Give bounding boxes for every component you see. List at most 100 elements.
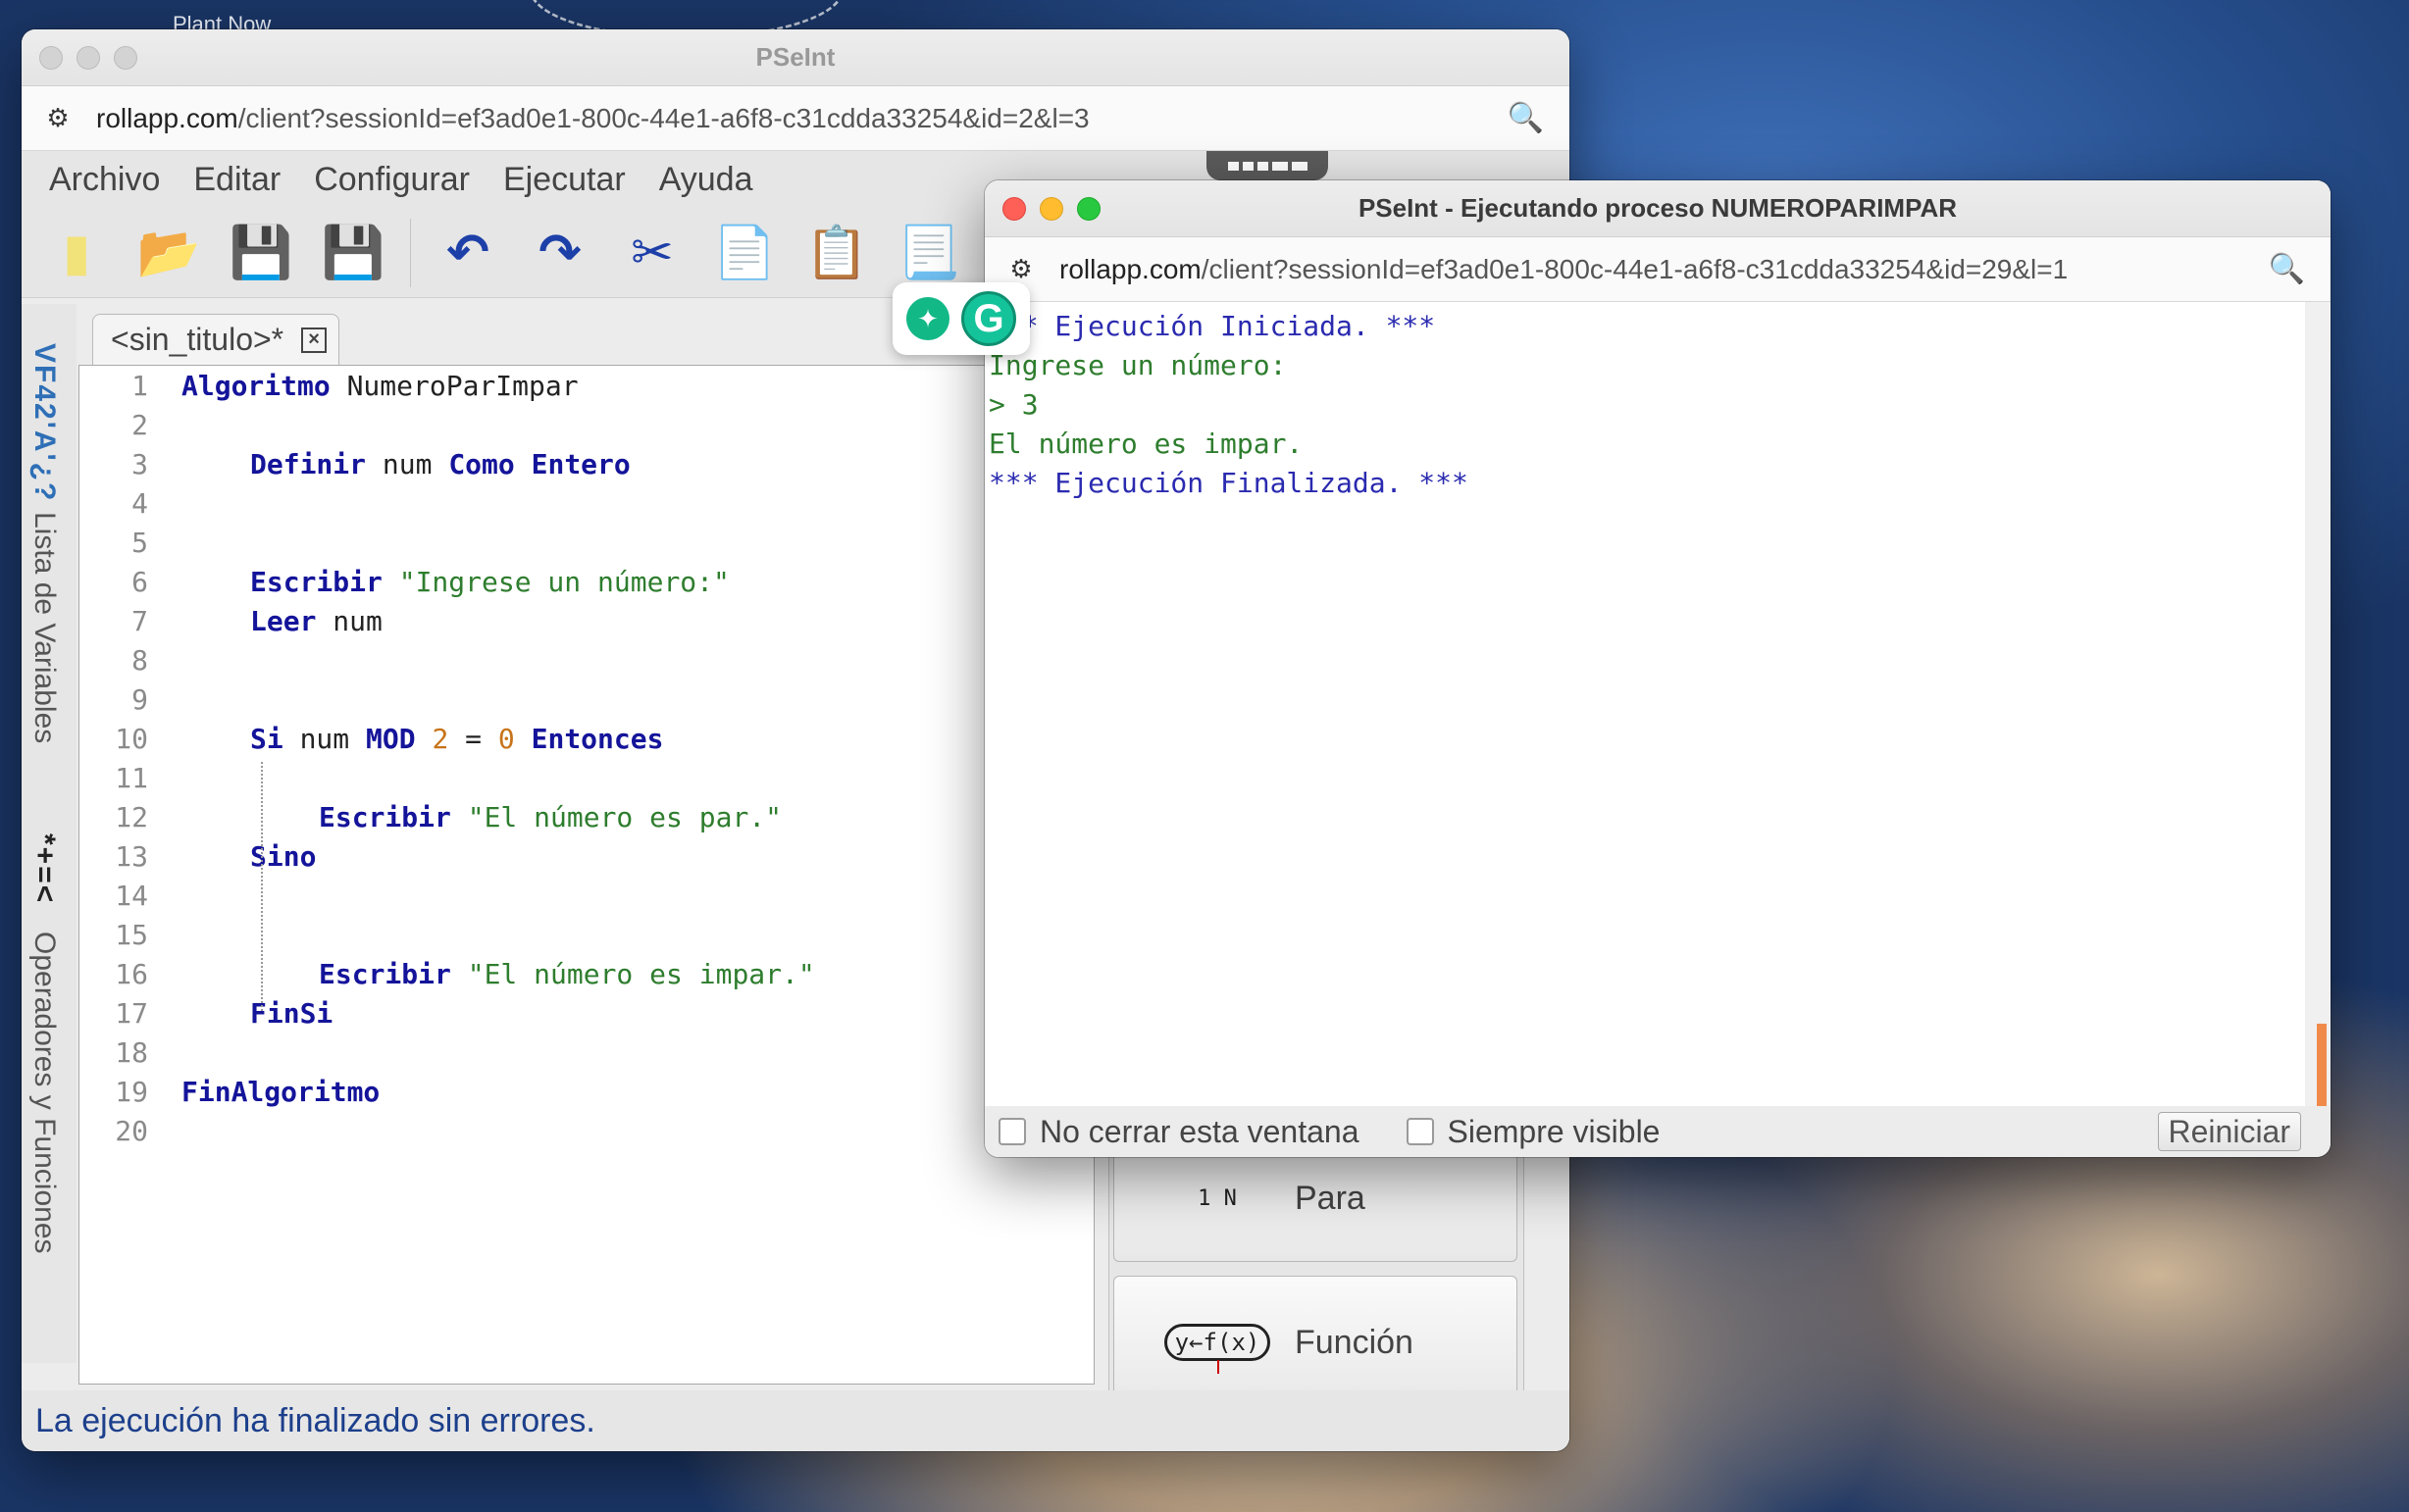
no-close-label: No cerrar esta ventana xyxy=(1040,1113,1359,1149)
main-titlebar[interactable]: PSeInt xyxy=(22,29,1569,86)
function-icon: y←f(x) xyxy=(1163,1316,1271,1374)
no-close-checkbox[interactable]: No cerrar esta ventana xyxy=(999,1114,1359,1150)
grammarly-widget[interactable]: ✦ G xyxy=(893,282,1030,355)
line-number: 10 xyxy=(115,722,148,755)
code-editor[interactable]: 1 Algoritmo NumeroParImpar 2 3 Definir num C… xyxy=(78,365,1095,1385)
code-line[interactable]: 8 xyxy=(79,640,1094,680)
copy-icon[interactable]: 📄 xyxy=(709,218,780,288)
always-visible-label: Siempre visible xyxy=(1447,1113,1661,1149)
checkbox-box[interactable] xyxy=(1406,1118,1434,1145)
checkbox-box[interactable] xyxy=(999,1118,1026,1145)
url-field[interactable]: rollapp.com/client?sessionId=ef3ad0e1-80… xyxy=(96,103,1090,134)
code-text: Escribir "El número es impar." xyxy=(319,957,815,990)
restart-button[interactable]: Reiniciar xyxy=(2157,1112,2301,1151)
cut-icon[interactable]: ✂ xyxy=(617,218,688,288)
undo-icon[interactable]: ↶ xyxy=(433,218,503,288)
code-text: FinAlgoritmo xyxy=(181,1075,381,1108)
new-file-icon[interactable]: ▮ xyxy=(41,218,112,288)
menu-archivo[interactable]: Archivo xyxy=(35,161,174,199)
code-line[interactable]: 20 xyxy=(79,1111,1094,1150)
code-line[interactable]: 9 xyxy=(79,680,1094,719)
menu-configurar[interactable]: Configurar xyxy=(300,161,484,199)
variables-tab-icon[interactable]: VF42'A'¿? xyxy=(27,343,61,502)
code-text: Escribir "El número es par." xyxy=(319,800,783,833)
operators-functions-tab[interactable]: Operadores y Funciones xyxy=(27,932,61,1254)
code-line[interactable]: 2 xyxy=(79,405,1094,444)
url-field[interactable]: rollapp.com/client?sessionId=ef3ad0e1-80… xyxy=(1059,254,2068,285)
code-line[interactable]: 6 Escribir "Ingrese un número:" xyxy=(79,562,1094,601)
close-tab-icon[interactable]: × xyxy=(301,327,328,353)
line-number: 14 xyxy=(115,879,148,912)
zoom-window-button[interactable] xyxy=(114,45,137,70)
minimize-window-button[interactable] xyxy=(1040,196,1063,221)
funcion-command-button[interactable]: y←f(x) Función xyxy=(1113,1276,1517,1409)
address-bar[interactable]: ⚙ rollapp.com/client?sessionId=ef3ad0e1-… xyxy=(985,237,2331,302)
line-number: 2 xyxy=(131,408,148,441)
close-window-button[interactable] xyxy=(39,45,63,70)
console-line: El número es impar. xyxy=(989,428,1304,460)
line-number: 17 xyxy=(115,996,148,1030)
indent-guide xyxy=(261,880,263,1011)
menu-ayuda[interactable]: Ayuda xyxy=(645,161,767,199)
code-line[interactable]: 17 FinSi xyxy=(79,993,1094,1033)
execution-window: PSeInt - Ejecutando proceso NUMEROPARIMP… xyxy=(985,180,2331,1157)
code-line[interactable]: 3 Definir num Como Entero xyxy=(79,444,1094,483)
code-line[interactable]: 13 Sino xyxy=(79,836,1094,876)
open-file-icon[interactable]: 📂 xyxy=(133,218,204,288)
console-scrollbar[interactable] xyxy=(2305,302,2331,1106)
line-number: 7 xyxy=(131,604,148,637)
rollapp-drag-handle[interactable] xyxy=(1206,151,1328,180)
console-line: *** Ejecución Iniciada. *** xyxy=(989,310,1436,342)
code-line[interactable]: 4 xyxy=(79,483,1094,523)
paste-icon[interactable]: 📋 xyxy=(801,218,872,288)
save-as-icon[interactable]: 💾 xyxy=(318,218,388,288)
zoom-icon[interactable]: 🔍 xyxy=(1508,101,1544,135)
code-line[interactable]: 5 xyxy=(79,523,1094,562)
console-line: > 3 xyxy=(989,388,1039,421)
code-text: Algoritmo NumeroParImpar xyxy=(181,369,579,402)
menu-editar[interactable]: Editar xyxy=(179,161,294,199)
zoom-icon[interactable]: 🔍 xyxy=(2269,252,2305,286)
line-number: 13 xyxy=(115,839,148,873)
code-line[interactable]: 7 Leer num xyxy=(79,601,1094,640)
window-title: PSeInt xyxy=(755,42,836,72)
line-number: 15 xyxy=(115,918,148,951)
code-line[interactable]: 10 Si num MOD 2 = 0 Entonces xyxy=(79,719,1094,758)
grammarly-logo-icon[interactable]: G xyxy=(961,291,1016,346)
tab-label: <sin_titulo>* xyxy=(111,322,284,357)
code-line[interactable]: 1 Algoritmo NumeroParImpar xyxy=(79,366,1094,405)
status-bar: La ejecución ha finalizado sin errores. xyxy=(22,1390,1569,1451)
site-settings-icon[interactable]: ⚙ xyxy=(1004,253,1038,286)
code-line[interactable]: 18 xyxy=(79,1033,1094,1072)
console-line: Ingrese un número: xyxy=(989,349,1287,381)
code-line[interactable]: 15 xyxy=(79,915,1094,954)
code-text: Definir num Como Entero xyxy=(250,447,631,480)
code-line[interactable]: 11 xyxy=(79,758,1094,797)
console-output[interactable]: *** Ejecución Iniciada. *** Ingrese un nú… xyxy=(985,302,2305,1102)
line-number: 9 xyxy=(131,682,148,716)
funcion-label: Función xyxy=(1295,1323,1413,1361)
code-line[interactable]: 12 Escribir "El número es par." xyxy=(79,797,1094,836)
line-number: 5 xyxy=(131,526,148,559)
close-window-button[interactable] xyxy=(1002,196,1026,221)
address-bar[interactable]: ⚙ rollapp.com/client?sessionId=ef3ad0e1-… xyxy=(22,86,1569,151)
menu-ejecutar[interactable]: Ejecutar xyxy=(489,161,640,199)
save-icon[interactable]: 💾 xyxy=(226,218,296,288)
site-settings-icon[interactable]: ⚙ xyxy=(41,102,75,135)
code-line[interactable]: 19 FinAlgoritmo xyxy=(79,1072,1094,1111)
operators-tab-icon[interactable]: *+=< xyxy=(27,833,61,904)
minimize-window-button[interactable] xyxy=(77,45,100,70)
exec-titlebar[interactable]: PSeInt - Ejecutando proceso NUMEROPARIMP… xyxy=(985,180,2331,237)
code-line[interactable]: 16 Escribir "El número es impar." xyxy=(79,954,1094,993)
console-line: *** Ejecución Finalizada. *** xyxy=(989,467,1468,499)
always-visible-checkbox[interactable]: Siempre visible xyxy=(1406,1113,1661,1150)
variables-list-tab[interactable]: Lista de Variables xyxy=(27,512,61,743)
exec-options-bar: No cerrar esta ventana Siempre visible R… xyxy=(985,1106,2331,1157)
redo-icon[interactable]: ↷ xyxy=(525,218,595,288)
find-icon[interactable]: 📃 xyxy=(894,218,964,288)
lightbulb-icon[interactable]: ✦ xyxy=(906,297,949,340)
zoom-window-button[interactable] xyxy=(1077,196,1101,221)
para-icon: 1 N xyxy=(1198,1185,1237,1211)
editor-tab[interactable]: <sin_titulo>* × xyxy=(92,314,340,365)
code-line[interactable]: 14 xyxy=(79,876,1094,915)
